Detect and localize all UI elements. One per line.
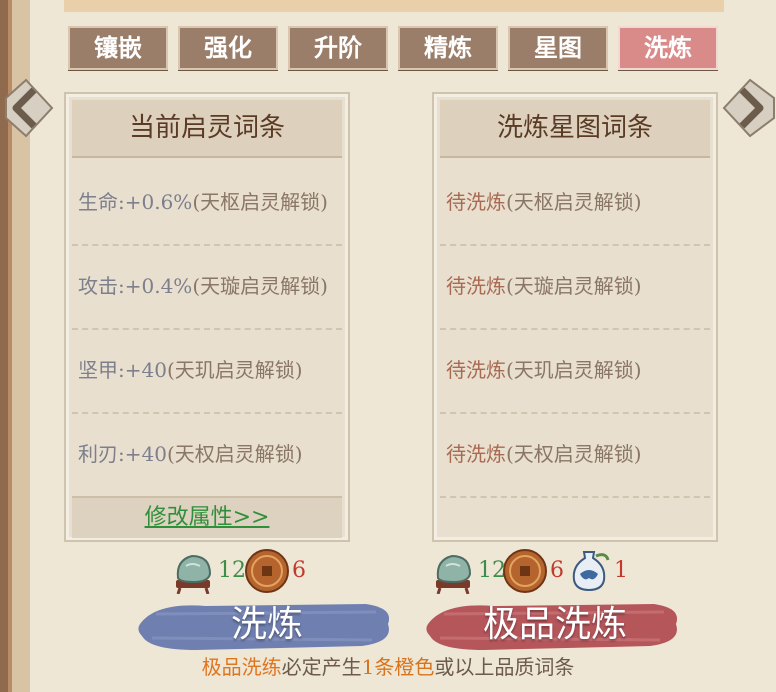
reforge-button-label: 洗炼 <box>230 604 303 645</box>
unlock-condition: (天枢启灵解锁) <box>192 190 328 214</box>
chevron-right-icon <box>722 78 775 138</box>
attribute-value: 坚甲:+40 <box>78 358 167 382</box>
tab-star-chart[interactable]: 星图 <box>508 26 608 70</box>
hint-text: 必定产生 <box>281 655 362 679</box>
jade-stone-icon <box>176 554 212 594</box>
attribute-row: 待洗炼(天权启灵解锁) <box>440 412 710 498</box>
unlock-condition: (天璇启灵解锁) <box>192 274 328 298</box>
coin-count: 6 <box>550 558 564 583</box>
bronze-coin-icon <box>503 549 547 593</box>
coin-count: 6 <box>292 558 306 583</box>
attribute-row: 攻击:+0.4%(天璇启灵解锁) <box>72 244 342 330</box>
attribute-value: 利刃:+40 <box>78 442 167 466</box>
panel-title: 当前启灵词条 <box>72 100 342 158</box>
top-banner-strip <box>64 0 724 12</box>
vase-count: 1 <box>614 558 628 583</box>
attribute-row: 待洗炼(天璇启灵解锁) <box>440 244 710 330</box>
attribute-value: 生命:+0.6% <box>78 190 193 214</box>
pending-label: 待洗炼 <box>446 358 506 382</box>
chevron-left-icon <box>5 78 54 138</box>
tab-ascend[interactable]: 升阶 <box>288 26 388 70</box>
current-attributes-panel: 当前启灵词条 生命:+0.6%(天枢启灵解锁) 攻击:+0.4%(天璇启灵解锁)… <box>64 92 350 542</box>
reforge-button[interactable]: 洗炼 <box>136 594 398 658</box>
unlock-condition: (天玑启灵解锁) <box>506 358 642 382</box>
tab-bar: 镶嵌 强化 升阶 精炼 星图 洗炼 <box>68 26 718 72</box>
pending-label: 待洗炼 <box>446 442 506 466</box>
tab-inlay[interactable]: 镶嵌 <box>68 26 168 70</box>
attribute-value: 攻击:+0.4% <box>78 274 193 298</box>
attribute-row: 生命:+0.6%(天枢启灵解锁) <box>72 160 342 246</box>
hint-text: 或以上品质词条 <box>434 655 575 679</box>
unlock-condition: (天枢启灵解锁) <box>506 190 642 214</box>
premium-reforge-button-label: 极品洗炼 <box>482 604 627 645</box>
attribute-row: 利刃:+40(天权启灵解锁) <box>72 412 342 498</box>
reforge-hint: 极品洗练必定产生1条橙色或以上品质词条 <box>0 652 776 682</box>
panel-title: 洗炼星图词条 <box>440 100 710 158</box>
reforge-attributes-panel: 洗炼星图词条 待洗炼(天枢启灵解锁) 待洗炼(天璇启灵解锁) 待洗炼(天玑启灵解… <box>432 92 718 542</box>
prev-arrow-button[interactable] <box>0 78 54 138</box>
pending-label: 待洗炼 <box>446 274 506 298</box>
hint-highlight: 1条橙色 <box>361 655 435 679</box>
tab-enhance[interactable]: 强化 <box>178 26 278 70</box>
unlock-condition: (天权启灵解锁) <box>166 442 303 466</box>
bronze-coin-icon <box>245 549 289 593</box>
attribute-row: 坚甲:+40(天玑启灵解锁) <box>72 328 342 414</box>
attribute-row: 待洗炼(天玑启灵解锁) <box>440 328 710 414</box>
porcelain-vase-icon <box>572 551 610 592</box>
premium-reforge-cost: 12 6 1 <box>430 548 630 596</box>
jade-stone-icon <box>436 554 472 594</box>
stone-count: 12 <box>218 558 246 583</box>
tab-refine[interactable]: 精炼 <box>398 26 498 70</box>
pending-label: 待洗炼 <box>446 190 506 214</box>
unlock-condition: (天玑启灵解锁) <box>166 358 303 382</box>
unlock-condition: (天权启灵解锁) <box>506 442 642 466</box>
unlock-condition: (天璇启灵解锁) <box>506 274 642 298</box>
next-arrow-button[interactable] <box>722 78 776 138</box>
modify-attributes-link[interactable]: 修改属性>> <box>145 505 270 530</box>
hint-highlight: 极品洗练 <box>201 655 282 679</box>
attribute-row: 待洗炼(天枢启灵解锁) <box>440 160 710 246</box>
modify-attributes-bar: 修改属性>> <box>72 496 342 538</box>
premium-reforge-button[interactable]: 极品洗炼 <box>424 594 686 658</box>
normal-reforge-cost: 12 6 <box>170 548 310 596</box>
tab-reforge[interactable]: 洗炼 <box>618 26 718 70</box>
